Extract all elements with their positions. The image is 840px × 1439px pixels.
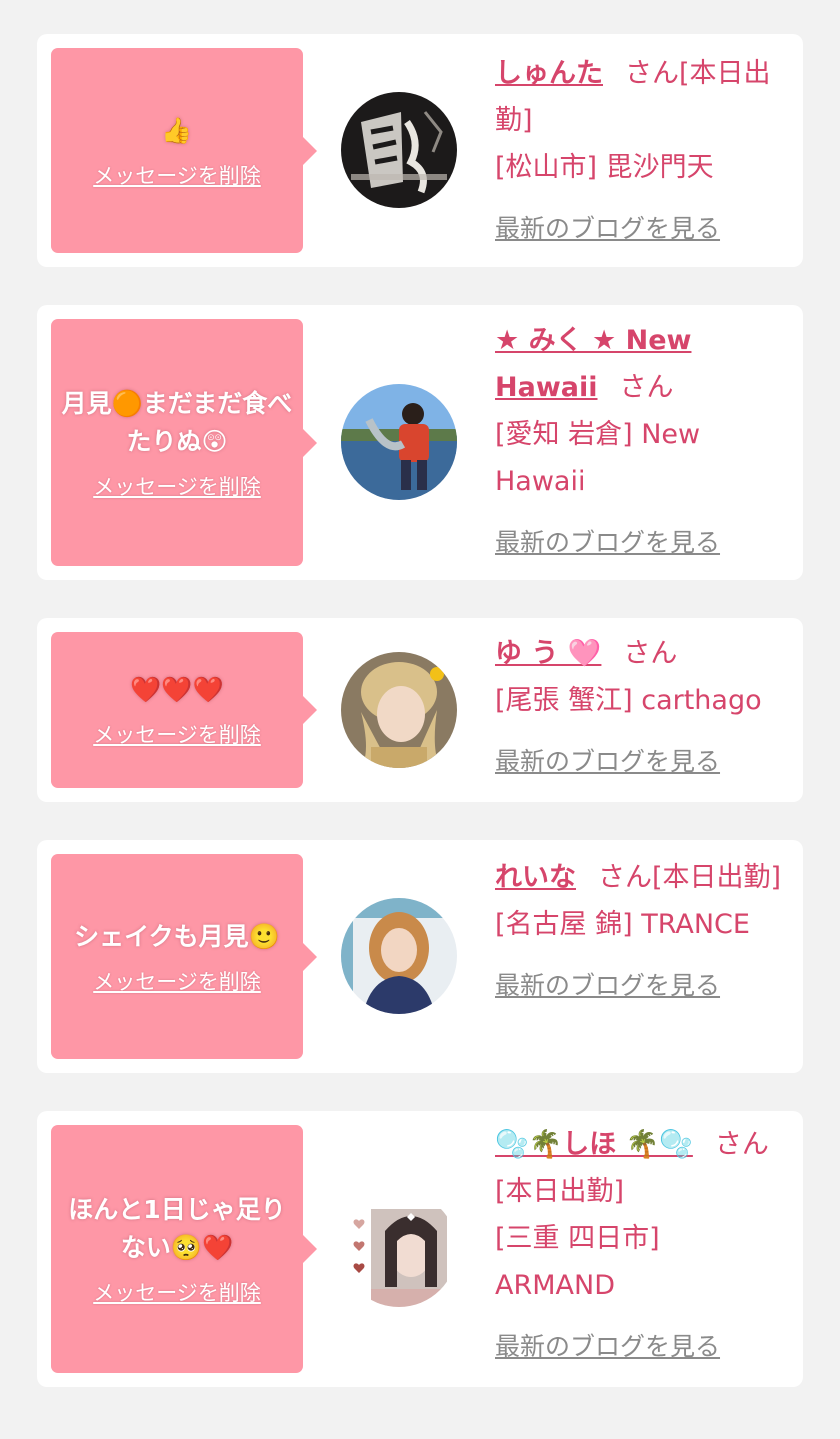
sender-info: ゆ う 🩷 さん [尾張 蟹江] carthago 最新のブログを見る [495,630,795,785]
sender-name-link[interactable]: ゆ う 🩷 [495,638,601,669]
message-text: ❤️❤️❤️ [130,675,224,704]
sender-suffix: さん [619,372,674,403]
latest-blog-link[interactable]: 最新のブログを見る [495,519,795,566]
shop-label: [松山市] 毘沙門天 [495,152,714,183]
message-list: 👍 メッセージを削除 しゅんた さん[本日出勤] [松山市] 毘沙門天 最新のブロ… [0,0,840,1439]
message-text: ほんと1日じゃ足りない🥺❤️ [68,1195,286,1262]
delete-message-link[interactable]: メッセージを削除 [93,471,261,501]
sender-info: れいな さん[本日出勤] [名古屋 錦] TRANCE 最新のブログを見る [495,854,795,1009]
delete-message-link[interactable]: メッセージを削除 [93,1277,261,1307]
sender-name-link[interactable]: れいな [495,862,576,893]
message-card: 👍 メッセージを削除 しゅんた さん[本日出勤] [松山市] 毘沙門天 最新のブロ… [37,34,803,267]
sender-info: 🫧🌴しほ 🌴🫧 さん[本日出勤] [三重 四日市] ARMAND 最新のブログを見… [495,1121,795,1370]
message-bubble: 月見🟠まだまだ食べたりぬ😲 メッセージを削除 [51,319,317,566]
delete-message-link[interactable]: メッセージを削除 [93,966,261,996]
delete-message-link[interactable]: メッセージを削除 [93,719,261,749]
message-card: 月見🟠まだまだ食べたりぬ😲 メッセージを削除 ★ みく ★ New Hawaii… [37,305,803,580]
message-text: 👍 [161,115,193,145]
avatar[interactable] [341,652,457,768]
delete-message-link[interactable]: メッセージを削除 [93,160,261,190]
message-bubble: ❤️❤️❤️ メッセージを削除 [51,632,317,788]
avatar[interactable] [341,384,457,500]
sender-info: しゅんた さん[本日出勤] [松山市] 毘沙門天 最新のブログを見る [495,50,795,252]
message-card: ほんと1日じゃ足りない🥺❤️ メッセージを削除 🫧🌴しほ 🌴🫧 さん[本日出勤] … [37,1111,803,1387]
sender-suffix: さん[本日出勤] [598,862,782,893]
latest-blog-link[interactable]: 最新のブログを見る [495,1323,795,1370]
message-card: シェイクも月見🙂 メッセージを削除 れいな さん[本日出勤] [名古屋 錦] TR… [37,840,803,1073]
message-text: 月見🟠まだまだ食べたりぬ😲 [61,388,293,456]
sender-info: ★ みく ★ New Hawaii さん [愛知 岩倉] New Hawaii 最… [495,317,795,566]
avatar[interactable] [341,898,457,1014]
shop-label: [尾張 蟹江] carthago [495,685,762,716]
sender-name-link[interactable]: しゅんた [495,58,603,89]
sender-name-link[interactable]: 🫧🌴しほ 🌴🫧 [495,1129,693,1160]
message-bubble: 👍 メッセージを削除 [51,48,317,253]
message-bubble: シェイクも月見🙂 メッセージを削除 [51,854,317,1059]
shop-label: [三重 四日市] ARMAND [495,1223,660,1301]
message-text: シェイクも月見🙂 [74,921,280,951]
avatar[interactable] [341,1191,457,1307]
sender-suffix: さん [623,638,678,669]
latest-blog-link[interactable]: 最新のブログを見る [495,738,795,785]
latest-blog-link[interactable]: 最新のブログを見る [495,962,795,1009]
message-bubble: ほんと1日じゃ足りない🥺❤️ メッセージを削除 [51,1125,317,1373]
shop-label: [愛知 岩倉] New Hawaii [495,419,701,497]
shop-label: [名古屋 錦] TRANCE [495,909,750,940]
message-card: ❤️❤️❤️ メッセージを削除 ゆ う 🩷 さん [尾張 蟹江] carthago… [37,618,803,802]
latest-blog-link[interactable]: 最新のブログを見る [495,205,795,252]
avatar[interactable] [341,92,457,208]
